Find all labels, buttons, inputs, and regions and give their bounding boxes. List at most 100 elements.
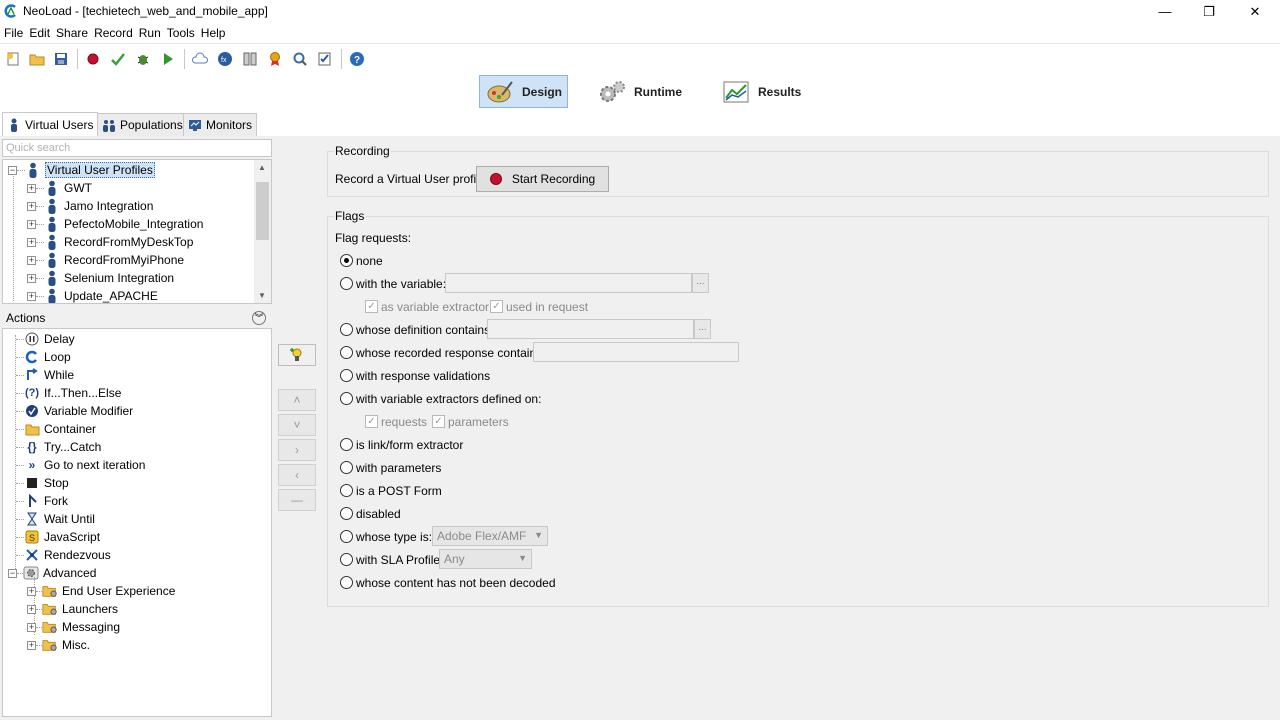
advanced-child[interactable]: + End User Experience [27, 582, 175, 600]
radio-none[interactable] [340, 254, 353, 267]
tab-populations[interactable]: Populations [97, 113, 188, 136]
collapse-actions-icon[interactable]: ︾ [252, 311, 266, 325]
definition-field[interactable] [487, 319, 694, 339]
expand-toggle-icon[interactable]: + [27, 640, 36, 650]
save-icon[interactable] [52, 50, 70, 68]
variable-field[interactable] [445, 273, 692, 293]
minimize-button[interactable]: — [1142, 0, 1188, 23]
results-mode-button[interactable]: Results [716, 75, 806, 108]
search-magnifier-icon[interactable] [291, 50, 309, 68]
radio-type-is[interactable] [340, 530, 353, 543]
action-item[interactable]: Rendezvous [16, 546, 111, 564]
run-play-icon[interactable] [159, 50, 177, 68]
action-item[interactable]: Delay [16, 330, 75, 348]
radio-with-variable[interactable] [340, 277, 353, 290]
cloud-icon[interactable] [191, 50, 209, 68]
runtime-mode-button[interactable]: Runtime [592, 75, 692, 108]
expand-toggle-icon[interactable]: + [27, 237, 36, 247]
advanced-child[interactable]: + Launchers [27, 600, 118, 618]
radio-response-validations[interactable] [340, 369, 353, 382]
checklist-icon[interactable] [316, 50, 334, 68]
profile-item[interactable]: + RecordFromMyDeskTop [27, 233, 193, 251]
tree-scrollbar[interactable]: ▲ ▼ [254, 160, 271, 303]
checkbox-parameters[interactable]: ✓ [432, 415, 445, 428]
action-item[interactable]: Container [16, 420, 96, 438]
advanced-child[interactable]: + Misc. [27, 636, 90, 654]
action-item[interactable]: » Go to next iteration [16, 456, 145, 474]
tab-virtual-users[interactable]: Virtual Users [2, 112, 99, 136]
help-icon[interactable]: ? [348, 50, 366, 68]
tab-monitors[interactable]: Monitors [183, 113, 258, 136]
action-item[interactable]: Wait Until [16, 510, 95, 528]
menu-edit[interactable]: Edit [29, 26, 54, 40]
action-item[interactable]: {} Try...Catch [16, 438, 101, 456]
action-item[interactable]: Stop [16, 474, 69, 492]
menu-share[interactable]: Share [56, 26, 92, 40]
expand-toggle-icon[interactable]: + [27, 183, 36, 193]
expand-toggle-icon[interactable]: + [27, 255, 36, 265]
close-button[interactable]: ✕ [1232, 0, 1278, 23]
sla-badge-icon[interactable] [266, 50, 284, 68]
profile-item[interactable]: + Update_APACHE [27, 287, 158, 303]
radio-variable-extractors[interactable] [340, 392, 353, 405]
move-right-button[interactable]: › [278, 439, 316, 461]
menu-record[interactable]: Record [94, 26, 137, 40]
move-up-button[interactable]: ˄ [278, 389, 316, 411]
type-select[interactable]: Adobe Flex/AMF ▼ [432, 526, 548, 546]
action-item[interactable]: While [16, 366, 74, 384]
checkbox-used-in-request[interactable]: ✓ [490, 300, 503, 313]
radio-with-parameters[interactable] [340, 461, 353, 474]
action-item[interactable]: Variable Modifier [16, 402, 133, 420]
menu-file[interactable]: File [4, 26, 27, 40]
action-item[interactable]: (?) If...Then...Else [16, 384, 121, 402]
menu-help[interactable]: Help [201, 26, 230, 40]
expand-toggle-icon[interactable]: + [27, 622, 36, 632]
radio-post-form[interactable] [340, 484, 353, 497]
profile-item[interactable]: + Jamo Integration [27, 197, 153, 215]
expand-toggle-icon[interactable]: + [27, 201, 36, 211]
collapse-toggle-icon[interactable]: − [8, 568, 17, 578]
new-project-icon[interactable] [4, 50, 22, 68]
variable-browse-button[interactable]: ... [692, 273, 709, 293]
sla-select[interactable]: Any ▼ [439, 549, 532, 569]
radio-sla-profile[interactable] [340, 553, 353, 566]
debug-bug-icon[interactable] [134, 50, 152, 68]
profile-item[interactable]: + PefectoMobile_Integration [27, 215, 203, 233]
tree-scroll-thumb[interactable] [256, 182, 269, 240]
action-item[interactable]: Fork [16, 492, 68, 510]
expand-toggle-icon[interactable]: + [27, 273, 36, 283]
action-item[interactable]: S JavaScript [16, 528, 100, 546]
add-action-button[interactable] [278, 344, 316, 366]
start-recording-button[interactable]: Start Recording [476, 166, 609, 192]
expand-toggle-icon[interactable]: + [27, 219, 36, 229]
action-item[interactable]: Loop [16, 348, 71, 366]
quick-search-input[interactable]: Quick search [2, 139, 272, 157]
radio-not-decoded[interactable] [340, 576, 353, 589]
move-left-button[interactable]: ‹ [278, 464, 316, 486]
advanced-child[interactable]: + Messaging [27, 618, 120, 636]
remove-button[interactable]: — [278, 489, 316, 511]
expand-toggle-icon[interactable]: + [27, 604, 36, 614]
scroll-down-icon[interactable]: ▼ [258, 291, 266, 300]
move-down-button[interactable]: ˅ [278, 414, 316, 436]
definition-browse-button[interactable]: ... [694, 319, 711, 339]
scroll-up-icon[interactable]: ▲ [258, 163, 266, 172]
fx-icon[interactable]: fx [216, 50, 234, 68]
open-project-icon[interactable] [28, 50, 46, 68]
servers-icon[interactable] [241, 50, 259, 68]
radio-recorded-response[interactable] [340, 346, 353, 359]
advanced-folder[interactable]: − Advanced [8, 564, 96, 582]
recorded-response-field[interactable] [533, 342, 739, 362]
record-icon[interactable] [84, 50, 102, 68]
radio-disabled[interactable] [340, 507, 353, 520]
restore-button[interactable]: ❐ [1186, 0, 1232, 23]
design-mode-button[interactable]: Design [479, 75, 568, 108]
radio-definition-contains[interactable] [340, 323, 353, 336]
menu-run[interactable]: Run [139, 26, 165, 40]
actions-header[interactable]: Actions ︾ [2, 309, 272, 327]
expand-toggle-icon[interactable]: + [27, 586, 36, 596]
tree-root-row[interactable]: − Virtual User Profiles [8, 161, 155, 179]
expand-toggle-icon[interactable]: + [27, 291, 36, 301]
profile-item[interactable]: + Selenium Integration [27, 269, 174, 287]
checkbox-as-variable-extractor[interactable]: ✓ [365, 300, 378, 313]
